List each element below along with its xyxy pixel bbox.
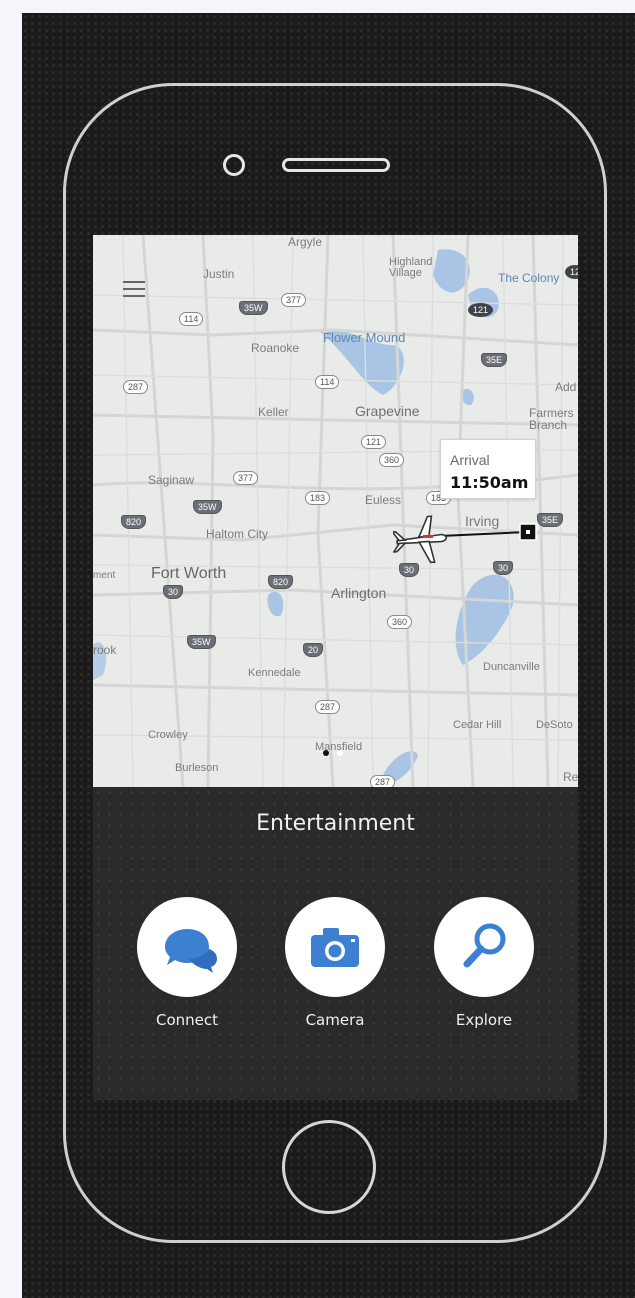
map-label: Euless (365, 493, 402, 507)
map-label: Fort Worth (151, 565, 227, 582)
map-label: Justin (203, 267, 235, 281)
flight-map[interactable]: Argyle Justin Highland Village The Colon… (93, 235, 578, 787)
explore-label: Explore (455, 1011, 513, 1029)
camera-icon (311, 928, 359, 967)
map-label: ment (93, 570, 116, 581)
map-label: Burleson (175, 762, 219, 774)
chat-bubbles-icon (165, 929, 217, 973)
highway-shield: 12 (565, 265, 578, 279)
highway-shield: 30 (163, 585, 184, 599)
airplane-icon (393, 515, 447, 564)
highway-shield: 121 (361, 435, 387, 449)
panel-title: Entertainment (256, 811, 415, 836)
highway-shield: 287 (370, 775, 396, 787)
arrival-time: 11:50am (450, 473, 529, 492)
map-label: Haltom City (206, 527, 269, 541)
highway-shield: 114 (315, 375, 340, 389)
map-label: Add (555, 380, 577, 394)
highway-shield: 287 (123, 380, 149, 394)
destination-marker-icon (519, 523, 537, 541)
highway-shield: 20 (303, 643, 324, 657)
map-label: Highland Village (389, 256, 433, 279)
map-label: Irving (465, 513, 500, 529)
earpiece-speaker (282, 158, 390, 172)
connect-circle[interactable] (137, 897, 237, 997)
camera-button[interactable]: Camera (285, 897, 385, 1029)
explore-button[interactable]: Explore (434, 897, 534, 1029)
highway-shield: 121 (468, 303, 494, 317)
connect-button[interactable]: Connect (137, 897, 237, 1029)
highway-shield: 360 (379, 453, 405, 467)
map-label: Farmers Branch (529, 406, 574, 432)
highway-shield: 360 (387, 615, 413, 629)
phone-screen: Argyle Justin Highland Village The Colon… (93, 235, 578, 1100)
map-label: Argyle (288, 235, 323, 249)
map-label: Grapevine (355, 403, 420, 419)
entertainment-panel: Entertainment Connect Camera Explore (93, 787, 578, 1100)
highway-shield: 287 (315, 700, 341, 714)
highway-shield: 820 (268, 575, 294, 589)
page-indicator-inactive[interactable] (337, 750, 343, 756)
highway-shield: 183 (305, 491, 331, 505)
highway-shield: 35E (537, 513, 564, 527)
magnifier-icon (463, 923, 506, 968)
highway-shield: 30 (493, 561, 514, 575)
highway-shield: 377 (233, 471, 259, 485)
map-label: The Colony (498, 271, 560, 285)
highway-shield: 35W (193, 500, 222, 514)
menu-button[interactable] (123, 281, 145, 297)
arrival-card[interactable]: Arrival 11:50am (440, 439, 536, 499)
map-label: Duncanville (483, 661, 540, 673)
camera-circle[interactable] (285, 897, 385, 997)
front-camera (223, 154, 245, 176)
connect-label: Connect (155, 1011, 219, 1029)
highway-shield: 35W (187, 635, 216, 649)
highway-shield: 820 (121, 515, 147, 529)
map-label: Cedar Hill (453, 719, 502, 731)
highway-shield: 114 (179, 312, 204, 326)
page-indicator-active[interactable] (323, 750, 329, 756)
camera-label: Camera (305, 1011, 365, 1029)
map-label: Flower Mound (323, 330, 406, 345)
map-label: Crowley (148, 729, 188, 741)
map-label: Keller (258, 405, 289, 419)
highway-shield: 35E (481, 353, 508, 367)
map-label: rook (93, 643, 117, 657)
highway-shield: 35W (239, 301, 268, 315)
map-label: Kennedale (248, 667, 301, 679)
arrival-label: Arrival (450, 452, 490, 468)
explore-circle[interactable] (434, 897, 534, 997)
highway-shield: 377 (281, 293, 307, 307)
map-label: DeSoto (536, 719, 573, 731)
map-label: Roanoke (251, 341, 300, 355)
home-button[interactable] (282, 1120, 376, 1214)
map-label: Arlington (331, 585, 387, 601)
map-label: Re (563, 770, 578, 784)
map-label: Saginaw (148, 473, 195, 487)
